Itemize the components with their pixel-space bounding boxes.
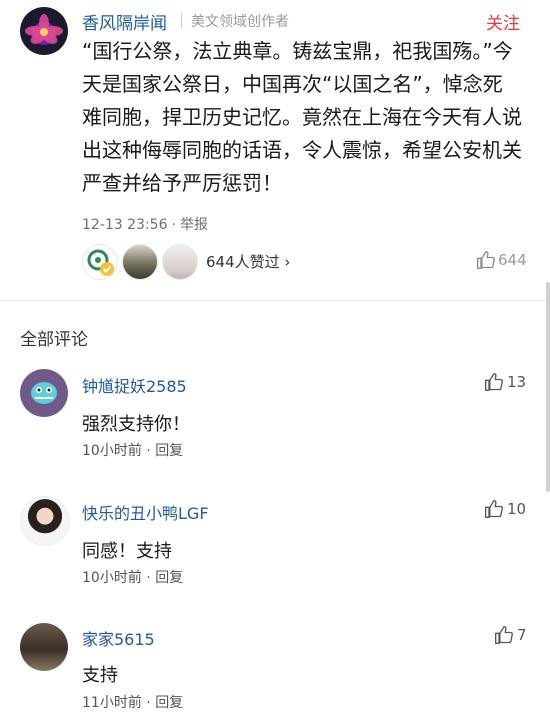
liker-avatar[interactable] [82, 244, 118, 280]
post-like-count: 644 [498, 251, 527, 269]
comment-meta: 10小时前 · 回复 [82, 567, 183, 587]
comment-author-name[interactable]: 钟馗捉妖2585 [82, 373, 187, 397]
meta-separator: · [146, 570, 151, 586]
comment-like-count: 13 [507, 373, 527, 391]
reply-link[interactable]: 回复 [155, 570, 183, 586]
author-divider [181, 13, 182, 28]
comment-author-name[interactable]: 快乐的丑小鸭LGF [82, 500, 209, 524]
post-time: 12-13 23:56 [82, 217, 168, 233]
comment-time: 10小时前 [82, 443, 142, 459]
comment-author-name[interactable]: 家家5615 [82, 626, 155, 650]
meta-separator: · [146, 695, 151, 711]
comment-like-count: 10 [507, 500, 527, 518]
post-body-text: “国行公祭，法立典章。铸兹宝鼎，祀我国殇。”今天是国家公祭日，中国再次“以国之名… [82, 39, 522, 195]
comment-avatar[interactable] [20, 369, 68, 417]
comment-like-button[interactable]: 10 [484, 499, 526, 519]
likers-count-label: 644人赞过 [206, 253, 280, 271]
comment-meta: 11小时前 · 回复 [82, 692, 183, 712]
comment-text: 支持 [82, 665, 118, 686]
report-link[interactable]: 举报 [180, 217, 208, 233]
likers-count-link[interactable]: 644人赞过 › [206, 251, 290, 272]
comment-like-count: 7 [517, 626, 527, 644]
thumbs-up-icon [477, 251, 495, 269]
post-meta: 12-13 23:56 · 举报 [82, 214, 208, 234]
follow-button[interactable]: 关注 [486, 9, 520, 34]
reply-link[interactable]: 回复 [155, 695, 183, 711]
post-like-button[interactable]: 644 [476, 250, 527, 270]
comments-section-title: 全部评论 [20, 330, 88, 350]
meta-separator: · [171, 217, 176, 233]
liker-avatar[interactable] [122, 244, 158, 280]
liker-avatar[interactable] [162, 244, 198, 280]
author-badge: 美文领域创作者 [191, 14, 289, 30]
chevron-right-icon: › [284, 253, 291, 271]
verified-badge-icon [87, 249, 114, 276]
comment-like-button[interactable]: 13 [484, 372, 526, 392]
comment-text: 同感！支持 [82, 541, 172, 562]
thumbs-up-icon [495, 626, 513, 644]
thumbs-up-icon [485, 500, 503, 518]
comment-avatar[interactable] [20, 496, 70, 546]
post-author-name[interactable]: 香风隔岸闻 [82, 9, 167, 34]
comment-time: 11小时前 [82, 695, 142, 711]
comment-time: 10小时前 [82, 570, 142, 586]
section-divider [0, 300, 550, 301]
post-author-avatar[interactable] [20, 7, 68, 55]
comment-like-button[interactable]: 7 [494, 625, 527, 645]
meta-separator: · [146, 443, 151, 459]
scrollbar[interactable] [546, 282, 550, 492]
thumbs-up-icon [485, 373, 503, 391]
comment-avatar[interactable] [20, 623, 68, 671]
comment-meta: 10小时前 · 回复 [82, 440, 183, 460]
reply-link[interactable]: 回复 [155, 443, 183, 459]
comment-text: 强烈支持你！ [82, 414, 190, 435]
